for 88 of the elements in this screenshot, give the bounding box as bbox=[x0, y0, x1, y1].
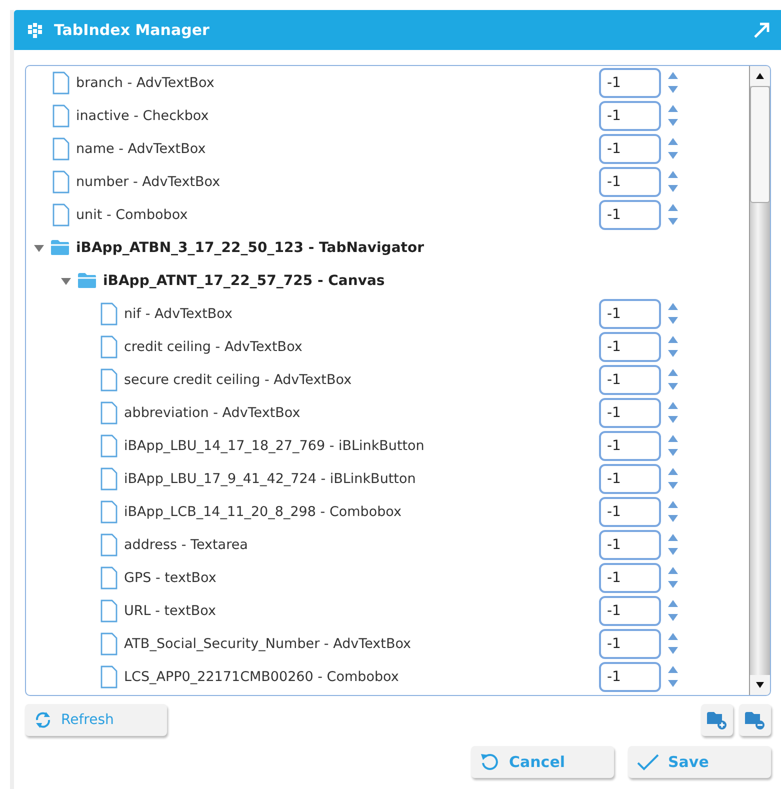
scrollbar-thumb[interactable] bbox=[750, 86, 770, 203]
tab-index-field[interactable]: -1 bbox=[599, 332, 661, 362]
file-icon bbox=[100, 500, 118, 524]
spinner-arrows-icon[interactable] bbox=[667, 466, 679, 490]
spinner-arrows-icon[interactable] bbox=[667, 434, 679, 458]
tab-index-field[interactable]: -1 bbox=[599, 464, 661, 494]
tree-item-label[interactable]: inactive - Checkbox bbox=[76, 108, 209, 124]
tab-index-field[interactable]: -1 bbox=[599, 398, 661, 428]
window-title: TabIndex Manager bbox=[54, 21, 210, 39]
spinner-arrows-icon[interactable] bbox=[667, 136, 679, 160]
tree-item-label[interactable]: address - Textarea bbox=[124, 536, 248, 552]
spinner-arrows-icon[interactable] bbox=[667, 202, 679, 226]
folder-minus-icon bbox=[744, 710, 766, 730]
spinner-arrows-icon[interactable] bbox=[667, 368, 679, 392]
file-icon bbox=[100, 466, 118, 490]
tree-item-label[interactable]: iBApp_LCB_14_11_20_8_298 - Combobox bbox=[124, 504, 402, 520]
tree-item-label[interactable]: abbreviation - AdvTextBox bbox=[124, 404, 300, 420]
tab-index-field[interactable]: -1 bbox=[599, 298, 661, 328]
add-folder-button[interactable] bbox=[701, 704, 733, 736]
tab-index-field[interactable]: -1 bbox=[599, 200, 661, 230]
tab-index-field[interactable]: -1 bbox=[599, 530, 661, 560]
file-icon bbox=[100, 302, 118, 326]
tree-item-label[interactable]: unit - Combobox bbox=[76, 206, 188, 222]
tab-index-field[interactable]: -1 bbox=[599, 100, 661, 130]
tree-item-label[interactable]: number - AdvTextBox bbox=[76, 174, 220, 190]
file-icon bbox=[52, 136, 70, 160]
spinner-arrows-icon[interactable] bbox=[667, 566, 679, 590]
spinner-arrows-icon[interactable] bbox=[667, 334, 679, 358]
file-icon bbox=[100, 632, 118, 656]
tab-index-field[interactable]: -1 bbox=[599, 628, 661, 658]
spinner-arrows-icon[interactable] bbox=[667, 70, 679, 94]
spinner-arrows-icon[interactable] bbox=[667, 532, 679, 556]
file-icon bbox=[100, 598, 118, 622]
file-icon bbox=[100, 368, 118, 392]
folder-plus-icon bbox=[706, 710, 728, 730]
tab-index-field[interactable]: -1 bbox=[599, 562, 661, 592]
tree-folder-label[interactable]: iBApp_ATBN_3_17_22_50_123 - TabNavigator bbox=[76, 240, 424, 256]
spinner-arrows-icon[interactable] bbox=[667, 170, 679, 194]
tree-item-label[interactable]: ATB_Social_Security_Number - AdvTextBox bbox=[124, 636, 412, 652]
refresh-icon bbox=[33, 710, 53, 730]
tab-index-field[interactable]: -1 bbox=[599, 166, 661, 196]
file-icon bbox=[100, 566, 118, 590]
tree-item-label[interactable]: iBApp_LBU_14_17_18_27_769 - iBLinkButton bbox=[124, 438, 424, 454]
spinner-arrows-icon[interactable] bbox=[667, 400, 679, 424]
remove-folder-button[interactable] bbox=[739, 704, 771, 736]
scroll-down-icon[interactable] bbox=[756, 682, 764, 688]
tab-index-field[interactable]: -1 bbox=[599, 134, 661, 164]
tab-index-field[interactable]: -1 bbox=[599, 596, 661, 626]
tab-index-field[interactable]: -1 bbox=[599, 68, 661, 98]
tab-index-field[interactable]: -1 bbox=[599, 496, 661, 526]
file-icon bbox=[100, 664, 118, 688]
scroll-up-icon[interactable] bbox=[756, 73, 764, 79]
file-icon bbox=[100, 400, 118, 424]
file-icon bbox=[52, 170, 70, 194]
file-icon bbox=[100, 532, 118, 556]
spinner-arrows-icon[interactable] bbox=[667, 632, 679, 656]
tab-index-field[interactable]: -1 bbox=[599, 430, 661, 460]
folder-icon bbox=[50, 239, 70, 256]
tree-item-label[interactable]: branch - AdvTextBox bbox=[76, 74, 214, 90]
tab-index-field[interactable]: -1 bbox=[599, 662, 661, 692]
checkmark-icon bbox=[636, 752, 660, 772]
folder-icon bbox=[77, 272, 97, 289]
expand-triangle-icon[interactable] bbox=[34, 242, 44, 252]
expand-arrow-icon[interactable] bbox=[753, 21, 771, 39]
tab-index-field[interactable]: -1 bbox=[599, 364, 661, 394]
tree-item-label[interactable]: GPS - textBox bbox=[124, 570, 216, 586]
spinner-arrows-icon[interactable] bbox=[667, 598, 679, 622]
tree-item-label[interactable]: URL - textBox bbox=[124, 602, 216, 618]
spinner-arrows-icon[interactable] bbox=[667, 664, 679, 688]
tree-item-label[interactable]: LCS_APP0_22171CMB00260 - Combobox bbox=[124, 668, 399, 684]
file-icon bbox=[52, 202, 70, 226]
scrollbar[interactable] bbox=[749, 66, 770, 695]
expand-triangle-icon[interactable] bbox=[61, 276, 71, 286]
file-icon bbox=[52, 104, 70, 128]
file-icon bbox=[52, 70, 70, 94]
tree-item-label[interactable]: nif - AdvTextBox bbox=[124, 306, 232, 322]
file-icon bbox=[100, 334, 118, 358]
file-icon bbox=[100, 434, 118, 458]
spinner-arrows-icon[interactable] bbox=[667, 104, 679, 128]
cube-icon bbox=[26, 21, 44, 39]
tree-folder-label[interactable]: iBApp_ATNT_17_22_57_725 - Canvas bbox=[103, 272, 385, 288]
tree-item-label[interactable]: credit ceiling - AdvTextBox bbox=[124, 338, 302, 354]
spinner-arrows-icon[interactable] bbox=[667, 500, 679, 524]
tree-item-label[interactable]: secure credit ceiling - AdvTextBox bbox=[124, 372, 352, 388]
undo-icon bbox=[479, 751, 501, 773]
tree-item-label[interactable]: iBApp_LBU_17_9_41_42_724 - iBLinkButton bbox=[124, 470, 416, 486]
tree-item-label[interactable]: name - AdvTextBox bbox=[76, 140, 206, 156]
spinner-arrows-icon[interactable] bbox=[667, 302, 679, 326]
